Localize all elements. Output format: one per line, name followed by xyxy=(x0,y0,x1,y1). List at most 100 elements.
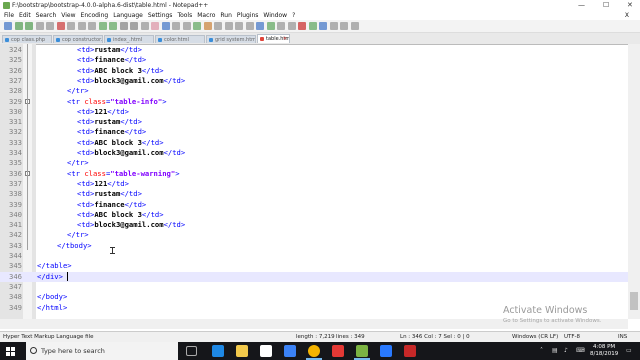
task-view-icon[interactable] xyxy=(186,346,197,356)
new-file-icon[interactable] xyxy=(4,22,12,30)
tab-grid-system-html[interactable]: grid system.html xyxy=(206,35,256,43)
tab-index-html[interactable]: index_.html xyxy=(104,35,154,43)
store-icon[interactable] xyxy=(260,345,272,357)
indent-guide-icon[interactable] xyxy=(214,22,222,30)
wrap-icon[interactable] xyxy=(193,22,201,30)
doc-map-icon[interactable] xyxy=(235,22,243,30)
code-line[interactable]: 335 </tr> xyxy=(0,158,628,168)
folder-icon[interactable] xyxy=(256,22,264,30)
code-line[interactable]: 347 xyxy=(0,282,628,292)
cut-icon[interactable] xyxy=(77,22,86,30)
file-explorer-icon[interactable] xyxy=(236,345,248,357)
misc2-icon[interactable] xyxy=(340,22,348,30)
code-line[interactable]: 334 <td>block3@gamil.com</td> xyxy=(0,148,628,158)
code-line[interactable]: 325 <td>finance</td> xyxy=(0,55,628,65)
tab-table-html[interactable]: table.html ✕ xyxy=(257,34,290,43)
code-line[interactable]: 340 <td>ABC block 3</td> xyxy=(0,210,628,220)
notepadpp-taskbar-icon[interactable] xyxy=(354,345,370,360)
menu-item-plugins[interactable]: Plugins xyxy=(237,12,259,19)
zoom-in-icon[interactable] xyxy=(151,22,159,30)
save-macro-icon[interactable] xyxy=(319,22,327,30)
maximize-button[interactable]: ☐ xyxy=(603,1,609,9)
keyboard-icon[interactable]: ⌨ xyxy=(576,347,585,354)
menu-item-macro[interactable]: Macro xyxy=(197,12,215,19)
scrollbar-thumb[interactable] xyxy=(630,292,638,310)
redo-icon[interactable] xyxy=(119,22,128,30)
print-icon[interactable] xyxy=(67,22,75,30)
misc3-icon[interactable] xyxy=(350,22,359,30)
code-line[interactable]: 341 <td>block3@gamil.com</td> xyxy=(0,220,628,230)
menu-item-run[interactable]: Run xyxy=(220,12,232,19)
all-chars-icon[interactable] xyxy=(203,22,212,30)
code-line[interactable]: 332 <td>finance</td> xyxy=(0,127,628,137)
stop-icon[interactable] xyxy=(287,22,296,30)
media-icon[interactable] xyxy=(380,345,392,357)
menu-item-file[interactable]: File xyxy=(4,12,14,19)
code-line[interactable]: 336 <tr class="table-warning"> xyxy=(0,169,628,179)
replace-icon[interactable] xyxy=(140,22,149,30)
menu-item-tools[interactable]: Tools xyxy=(177,12,192,19)
code-line[interactable]: 346 </div> xyxy=(0,271,628,282)
vertical-scrollbar[interactable] xyxy=(628,44,640,319)
code-line[interactable]: 345 </table> xyxy=(0,261,628,271)
opera-icon[interactable] xyxy=(332,345,344,357)
undo-icon[interactable] xyxy=(109,22,117,30)
code-line[interactable]: 331 <td>rustam</td> xyxy=(0,117,628,127)
play-multi-icon[interactable] xyxy=(308,22,317,30)
save-icon[interactable] xyxy=(25,22,33,30)
code-line[interactable]: 329 <tr class="table-info"> xyxy=(0,97,628,107)
code-line[interactable]: 324 <td>rustam</td> xyxy=(0,45,628,55)
tab-cop-class-php[interactable]: cop class.php xyxy=(2,35,52,43)
code-line[interactable]: 342 </tr> xyxy=(0,230,628,240)
menu-item-settings[interactable]: Settings xyxy=(148,12,173,19)
tab-color-html[interactable]: color.html xyxy=(155,35,205,43)
menu-item-help[interactable]: ? xyxy=(292,12,295,19)
copy-icon[interactable] xyxy=(88,22,96,30)
volume-icon[interactable]: ♪ xyxy=(564,347,568,354)
tab-cop-constructor-php[interactable]: cop constructor.php xyxy=(53,35,103,43)
func-list-icon[interactable] xyxy=(245,22,254,30)
close-all-icon[interactable] xyxy=(56,22,65,30)
taskbar-clock[interactable]: 4:08 PM 8/18/2019 xyxy=(590,344,618,358)
misc1-icon[interactable] xyxy=(329,22,338,30)
mail-icon[interactable] xyxy=(284,345,296,357)
chrome-icon[interactable] xyxy=(306,345,322,360)
edge-browser-icon[interactable] xyxy=(212,345,224,357)
code-line[interactable]: 343 </tbody> xyxy=(0,241,628,251)
close-button[interactable]: ✕ xyxy=(627,1,633,9)
close-icon[interactable] xyxy=(46,22,54,30)
menu-item-language[interactable]: Language xyxy=(113,12,143,19)
sync-h-icon[interactable] xyxy=(182,22,191,30)
code-line[interactable]: 326 <td>ABC block 3</td> xyxy=(0,66,628,76)
network-icon[interactable]: ▤ xyxy=(552,347,558,354)
taskbar-search-box[interactable]: Type here to search xyxy=(26,342,178,360)
monitor-icon[interactable] xyxy=(266,22,275,30)
notifications-icon[interactable]: ▭ xyxy=(626,347,632,354)
close-document-button[interactable]: X xyxy=(625,12,629,19)
play-icon[interactable] xyxy=(298,22,306,30)
minimize-button[interactable]: — xyxy=(578,1,585,9)
code-editor[interactable]: 324 <td>rustam</td> 325 <td>finance</td> 326… xyxy=(0,44,640,319)
code-line[interactable]: 337 <td>121</td> xyxy=(0,179,628,189)
code-line[interactable]: 339 <td>finance</td> xyxy=(0,200,628,210)
sync-v-icon[interactable] xyxy=(172,22,180,30)
menu-item-window[interactable]: Window xyxy=(263,12,287,19)
lang-def-icon[interactable] xyxy=(224,22,233,30)
record-icon[interactable] xyxy=(277,22,285,30)
code-line[interactable]: 348 </body> xyxy=(0,292,628,302)
open-file-icon[interactable] xyxy=(14,22,23,30)
app-icon[interactable] xyxy=(404,345,416,357)
windows-start-icon[interactable] xyxy=(6,347,15,356)
code-line[interactable]: 330 <td>121</td> xyxy=(0,107,628,117)
code-line[interactable]: 333 <td>ABC block 3</td> xyxy=(0,138,628,148)
menu-item-encoding[interactable]: Encoding xyxy=(81,12,109,19)
find-icon[interactable] xyxy=(130,22,138,30)
save-all-icon[interactable] xyxy=(35,22,44,30)
code-line[interactable]: 327 <td>block3@gamil.com</td> xyxy=(0,76,628,86)
tray-chevron-icon[interactable]: ˄ xyxy=(540,347,543,354)
menu-item-search[interactable]: Search xyxy=(36,12,57,19)
menu-item-edit[interactable]: Edit xyxy=(19,12,31,19)
menu-item-view[interactable]: View xyxy=(61,12,75,19)
tab-close-icon[interactable]: ✕ xyxy=(283,35,287,43)
code-line[interactable]: 328 </tr> xyxy=(0,86,628,96)
